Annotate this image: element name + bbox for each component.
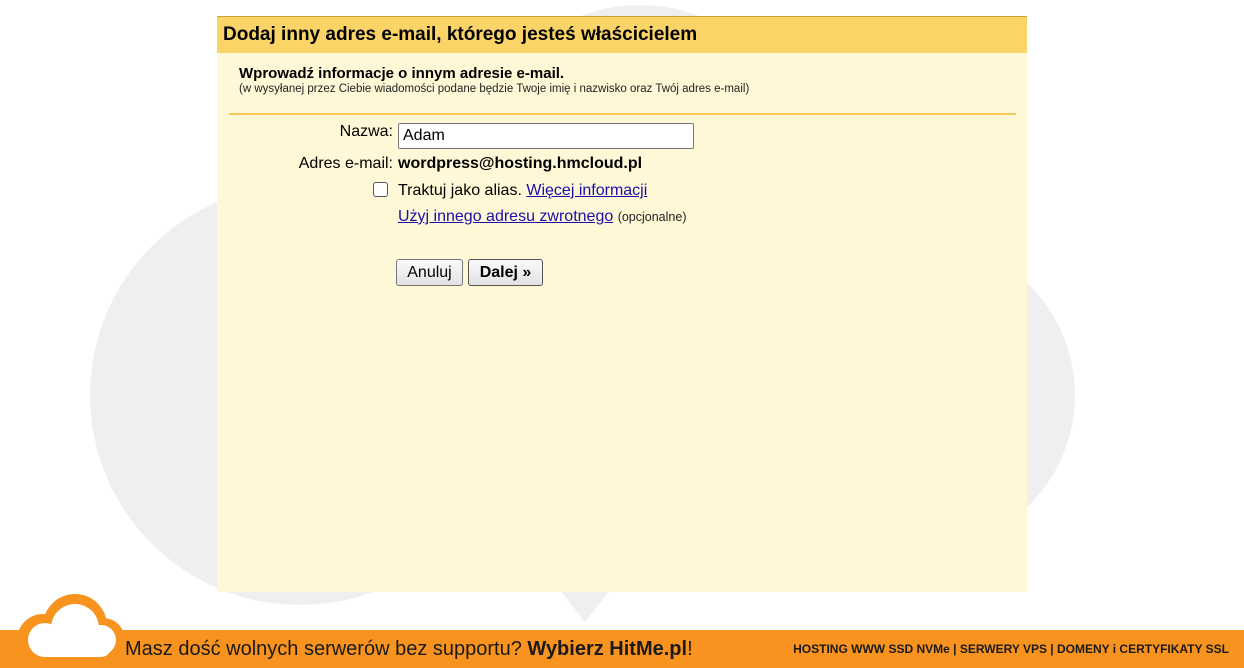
name-input[interactable]: [398, 123, 694, 149]
email-value: wordpress@hosting.hmcloud.pl: [398, 155, 643, 172]
email-label: Adres e-mail:: [298, 155, 393, 172]
add-email-dialog: Dodaj inny adres e-mail, którego jesteś …: [217, 16, 1027, 592]
divider: [229, 113, 1016, 115]
dialog-title: Dodaj inny adres e-mail, którego jesteś …: [223, 24, 698, 45]
alias-text: Traktuj jako alias.: [398, 182, 522, 199]
cancel-button[interactable]: Anuluj: [396, 259, 463, 286]
next-button[interactable]: Dalej »: [468, 259, 543, 286]
banner-services: HOSTING WWW SSD NVMe | SERWERY VPS | DOM…: [793, 642, 1229, 656]
intro-subtext: (w wysyłanej przez Ciebie wiadomości pod…: [239, 83, 750, 95]
promo-banner: Masz dość wolnych serwerów bez supportu?…: [0, 630, 1244, 668]
optional-label: (opcjonalne): [617, 210, 687, 224]
cloud-logo-icon: [17, 594, 125, 668]
more-info-link[interactable]: Więcej informacji: [526, 182, 647, 199]
banner-slogan: Masz dość wolnych serwerów bez supportu?…: [125, 638, 693, 661]
return-address-row: Użyj innego adresu zwrotnego (opcjonalne…: [398, 208, 686, 226]
dialog-header: Dodaj inny adres e-mail, którego jesteś …: [217, 16, 1027, 53]
alias-row: Traktuj jako alias. Więcej informacji: [398, 182, 647, 200]
banner-text-brand: Wybierz HitMe.pl: [527, 638, 688, 660]
return-address-link[interactable]: Użyj innego adresu zwrotnego: [398, 208, 613, 225]
name-label: Nazwa:: [339, 123, 393, 140]
alias-checkbox[interactable]: [373, 182, 388, 197]
intro-section: Wprowadź informacje o innym adresie e-ma…: [217, 53, 1027, 104]
intro-heading: Wprowadź informacje o innym adresie e-ma…: [239, 65, 565, 82]
banner-text-suffix: !: [687, 638, 693, 660]
banner-text-prefix: Masz dość wolnych serwerów bez supportu?: [125, 638, 522, 660]
